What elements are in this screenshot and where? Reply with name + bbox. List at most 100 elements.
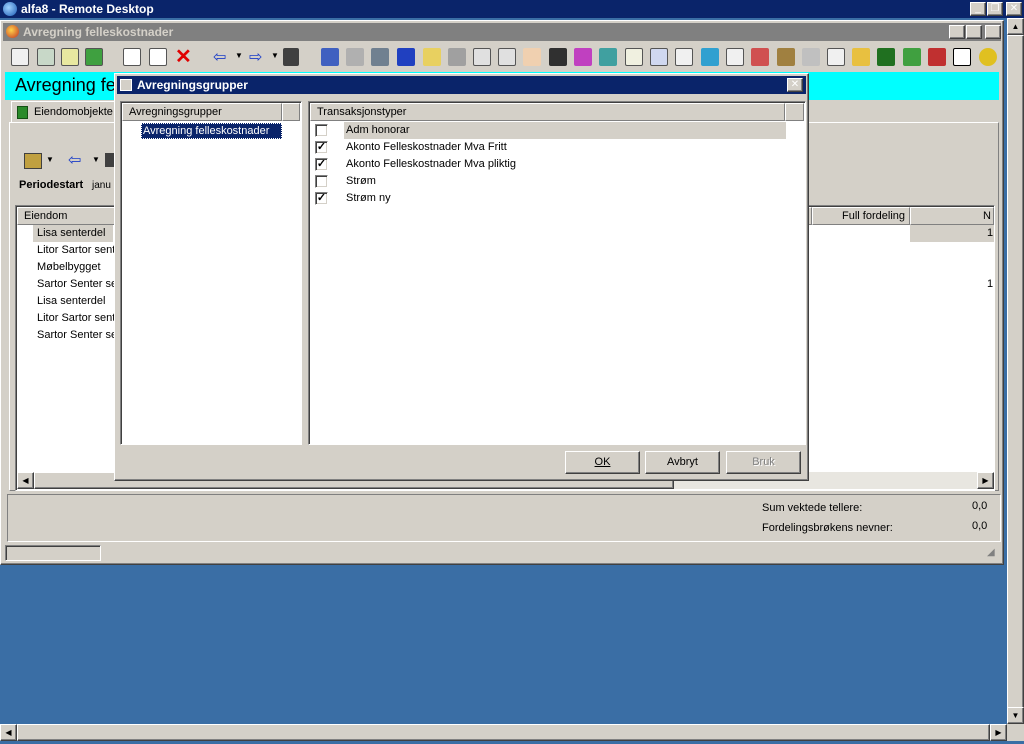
hierarchy-icon[interactable] [777, 48, 795, 66]
filter-tool-icon[interactable] [24, 153, 42, 169]
chart-line-icon[interactable] [675, 48, 693, 66]
apply-button[interactable]: Bruk [726, 451, 801, 474]
window-icon[interactable] [650, 48, 668, 66]
tab-label: Eiendomobjekte [34, 106, 113, 118]
back-arrow-icon[interactable]: ⇦ [213, 47, 226, 67]
rd-close-button[interactable]: ✕ [1006, 2, 1022, 16]
ok-button[interactable]: OK [565, 451, 640, 474]
nevner-label: Fordelingsbrøkens nevner: [762, 522, 893, 534]
stack-icon[interactable] [321, 48, 339, 66]
cancel-button[interactable]: Avbryt [645, 451, 720, 474]
rd-scroll-right-button[interactable]: ▶ [990, 724, 1007, 741]
new-document-icon[interactable] [123, 48, 141, 66]
warning-icon[interactable] [701, 48, 719, 66]
edit-document-icon[interactable] [149, 48, 167, 66]
money-icon[interactable] [346, 48, 364, 66]
calc-icon[interactable] [61, 48, 79, 66]
cash-icon[interactable] [371, 48, 389, 66]
sub-back-arrow-icon[interactable]: ⇦ [68, 150, 81, 170]
dollar-icon[interactable] [953, 48, 971, 66]
coin-icon[interactable] [979, 48, 997, 66]
contract-icon[interactable] [625, 48, 643, 66]
scroll-left-button[interactable]: ◀ [17, 472, 34, 489]
rd-restore-button[interactable]: ❐ [987, 2, 1003, 16]
main-minimize-button[interactable]: _ [949, 25, 965, 39]
tools-icon[interactable] [751, 48, 769, 66]
scroll-right-button[interactable]: ▶ [977, 472, 994, 489]
main-maximize-button[interactable]: □ [966, 25, 982, 39]
giro-icon[interactable] [574, 48, 592, 66]
grid-icon[interactable] [37, 48, 55, 66]
grid-edit-icon[interactable] [903, 48, 921, 66]
report-icon[interactable] [473, 48, 491, 66]
type-checkbox[interactable]: ✓ [315, 158, 328, 171]
list-item[interactable]: Avregning felleskostnader [141, 123, 282, 139]
app-icon [6, 25, 19, 38]
group-label: Avregning felleskostnader [143, 125, 270, 137]
row-name: Sartor Senter ser [37, 329, 121, 341]
resize-grip-icon[interactable]: ◢ [987, 547, 995, 558]
rd-scroll-left-button[interactable]: ◀ [0, 724, 17, 741]
cancel-button-label: Avbryt [667, 456, 698, 468]
rd-vscrollbar[interactable]: ▲ ▼ [1007, 18, 1024, 724]
building-icon [17, 106, 28, 119]
type-checkbox[interactable]: ✓ [315, 141, 328, 154]
rd-scroll-down-button[interactable]: ▼ [1007, 707, 1024, 724]
folder-icon[interactable] [852, 48, 870, 66]
network-icon[interactable] [448, 48, 466, 66]
back-dropdown-icon[interactable]: ▼ [235, 51, 243, 60]
rd-hscrollbar[interactable]: ◀ ▶ [0, 724, 1007, 741]
edit-sheet-icon[interactable] [827, 48, 845, 66]
binoculars-icon[interactable] [283, 48, 299, 66]
image-icon[interactable] [599, 48, 617, 66]
col-header-full-fordeling[interactable]: Full fordeling [812, 207, 910, 225]
col-header-n[interactable]: N [910, 207, 994, 225]
clock-icon[interactable] [423, 48, 441, 66]
period-label: Periodestart [19, 179, 84, 191]
tab-eiendomobjekter[interactable]: Eiendomobjekte [11, 101, 121, 123]
person-icon[interactable] [397, 48, 415, 66]
grid-delete-icon[interactable] [928, 48, 946, 66]
status-panel [5, 545, 101, 561]
dialog-close-button[interactable]: ✕ [787, 78, 803, 92]
types-list: Transaksjonstyper Adm honorar ✓ Akonto F… [308, 101, 806, 445]
list-item[interactable]: Adm honorar [310, 122, 786, 139]
checklist-icon[interactable] [726, 48, 744, 66]
filter-dropdown-icon[interactable]: ▼ [46, 155, 54, 164]
forward-dropdown-icon[interactable]: ▼ [271, 51, 279, 60]
forward-arrow-icon[interactable]: ⇨ [249, 47, 262, 67]
exit-door-icon[interactable] [85, 48, 103, 66]
dialog-icon [120, 79, 132, 91]
row-n: 1 [987, 227, 994, 239]
list-item[interactable]: Strøm [310, 173, 786, 190]
summary-panel: Sum vektede tellere: 0,0 Fordelingsbrøke… [7, 494, 1001, 542]
banner-title: Avregning fe [15, 75, 116, 95]
fakt-icon[interactable] [549, 48, 567, 66]
main-window-titlebar: Avregning felleskostnader _ □ ✕ [3, 23, 1001, 41]
rd-vscroll-thumb[interactable] [1007, 35, 1024, 710]
sub-back-dropdown-icon[interactable]: ▼ [92, 155, 100, 164]
list-item[interactable]: ✓ Strøm ny [310, 190, 786, 207]
rd-scroll-up-button[interactable]: ▲ [1007, 18, 1024, 35]
main-close-button[interactable]: ✕ [985, 25, 1001, 39]
eye-icon[interactable] [802, 48, 820, 66]
type-checkbox[interactable] [315, 175, 328, 188]
list-view-icon[interactable] [11, 48, 29, 66]
groups-header[interactable]: Avregningsgrupper [122, 103, 282, 121]
types-header-filler [785, 103, 804, 121]
list-item[interactable]: ✓ Akonto Felleskostnader Mva pliktig [310, 156, 786, 173]
pin-icon[interactable] [877, 48, 895, 66]
type-checkbox[interactable] [315, 124, 328, 137]
remote-desktop-icon [3, 2, 17, 16]
row-n: 1 [987, 278, 994, 290]
type-checkbox[interactable]: ✓ [315, 192, 328, 205]
rd-minimize-button[interactable]: _ [970, 2, 986, 16]
rd-hscroll-thumb[interactable] [17, 724, 990, 741]
hand-icon[interactable] [523, 48, 541, 66]
ok-button-label: OK [594, 456, 611, 468]
nevner-value: 0,0 [972, 520, 988, 532]
types-header[interactable]: Transaksjonstyper [310, 103, 785, 121]
form-icon[interactable] [498, 48, 516, 66]
delete-icon[interactable]: ✕ [175, 46, 195, 68]
list-item[interactable]: ✓ Akonto Felleskostnader Mva Fritt [310, 139, 786, 156]
